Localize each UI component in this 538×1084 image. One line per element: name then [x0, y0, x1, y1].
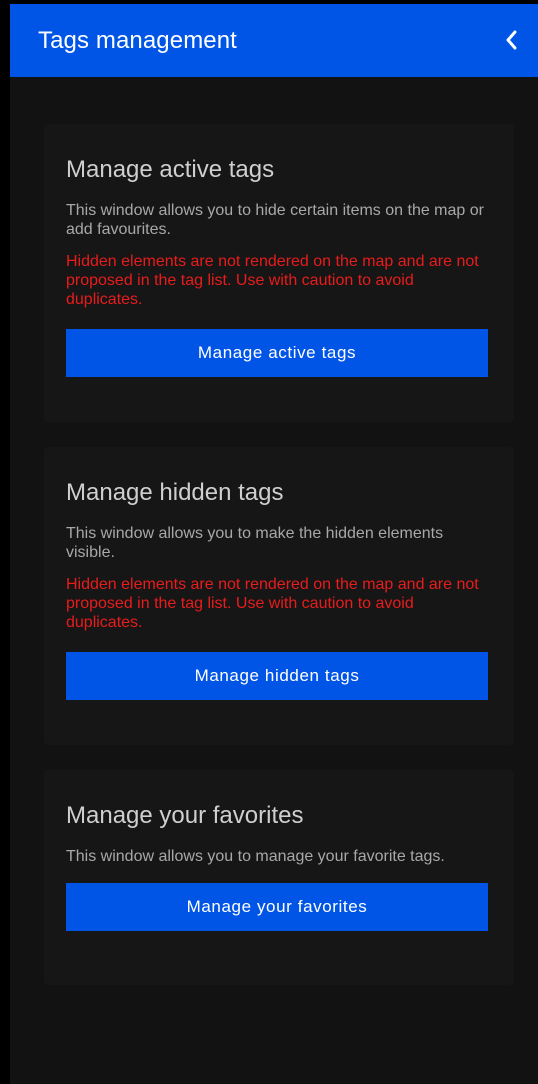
card-title: Manage your favorites [66, 802, 304, 829]
card-title: Manage hidden tags [66, 479, 284, 506]
card-hidden-tags: Manage hidden tags This window allows yo… [44, 447, 514, 745]
card-title: Manage active tags [66, 156, 275, 183]
card-description: This window allows you to manage your fa… [66, 848, 445, 865]
app-bar: Tags management [10, 4, 538, 77]
card-description: This window allows you to hide certain i… [66, 202, 484, 238]
back-button[interactable] [496, 24, 528, 56]
page-title: Tags management [38, 27, 237, 54]
content-area: Manage active tags This window allows yo… [10, 77, 538, 1084]
manage-favorites-button[interactable]: Manage your favorites [66, 883, 488, 931]
card-active-tags: Manage active tags This window allows yo… [44, 124, 514, 422]
card-warning: Hidden elements are not rendered on the … [66, 576, 479, 631]
tags-management-screen: Tags management Manage active tags This … [0, 0, 538, 1084]
card-warning: Hidden elements are not rendered on the … [66, 253, 479, 308]
manage-active-tags-button[interactable]: Manage active tags [66, 329, 488, 377]
card-description: This window allows you to make the hidde… [66, 525, 444, 561]
manage-hidden-tags-button[interactable]: Manage hidden tags [66, 652, 488, 700]
chevron-left-icon [506, 30, 517, 50]
card-favorites: Manage your favorites This window allows… [44, 770, 514, 985]
